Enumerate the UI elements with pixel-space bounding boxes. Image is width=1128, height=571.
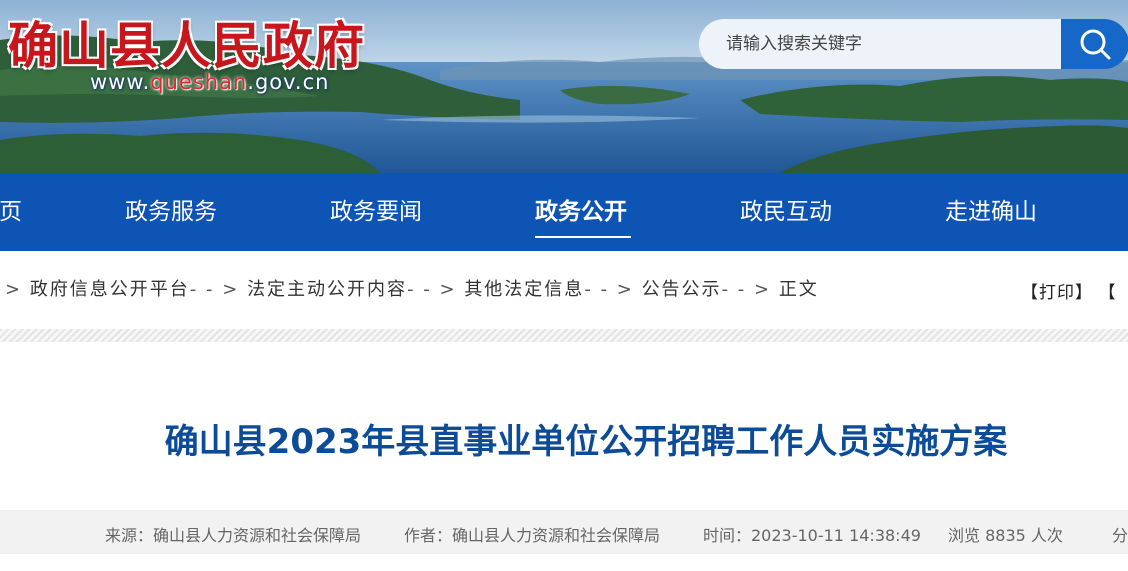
- nav-item-disclosure[interactable]: 政务公开: [535, 173, 627, 251]
- nav-item-about-queshan[interactable]: 走进确山: [945, 173, 1037, 251]
- active-tab-underline: [535, 236, 631, 238]
- url-prefix: www.: [90, 70, 151, 94]
- search-icon: [1080, 29, 1111, 60]
- nav-item-services[interactable]: 政务服务: [125, 173, 217, 251]
- breadcrumb-link-info-platform[interactable]: 政府信息公开平台: [30, 279, 190, 300]
- breadcrumb-separator: - - >: [189, 279, 248, 300]
- main-nav: 页 政务服务 政务要闻 政务公开 政民互动 走进确山: [0, 173, 1128, 251]
- search-input[interactable]: [699, 19, 1065, 69]
- article-source: 来源：确山县人力资源和社会保障局: [105, 526, 362, 545]
- url-suffix: .gov.cn: [247, 70, 330, 94]
- breadcrumb-separator: >: [5, 279, 30, 300]
- breadcrumb-current: 正文: [778, 279, 819, 300]
- breadcrumb-trail: > 政府信息公开平台- - > 法定主动公开内容- - > 其他法定信息- - …: [5, 275, 819, 301]
- search-box: [699, 19, 1128, 69]
- search-button[interactable]: [1061, 19, 1128, 69]
- breadcrumb: > 政府信息公开平台- - > 法定主动公开内容- - > 其他法定信息- - …: [0, 251, 1128, 321]
- site-url: www.queshan.gov.cn: [90, 70, 329, 94]
- nav-item-interaction[interactable]: 政民互动: [740, 173, 832, 251]
- article-author: 作者：确山县人力资源和社会保障局: [404, 526, 661, 545]
- header-banner: 确山县人民政府 www.queshan.gov.cn: [0, 0, 1128, 173]
- article-time: 时间：2023-10-11 14:38:49: [703, 526, 921, 545]
- font-size-button[interactable]: 【: [1107, 283, 1117, 303]
- url-highlight: queshan: [150, 70, 248, 94]
- nav-item-home[interactable]: 页: [0, 173, 22, 251]
- article-meta-bar: 来源：确山县人力资源和社会保障局 作者：确山县人力资源和社会保障局 时间：202…: [0, 510, 1128, 554]
- breadcrumb-link-announcements[interactable]: 公告公示: [642, 279, 722, 300]
- article-title: 确山县2023年县直事业单位公开招聘工作人员实施方案: [164, 422, 1008, 462]
- print-button[interactable]: 【打印】: [1021, 283, 1093, 303]
- article-views: 浏览 8835 人次: [948, 526, 1063, 545]
- section-divider: [0, 329, 1128, 342]
- breadcrumb-separator: - - >: [407, 279, 465, 300]
- share-label[interactable]: 分: [1112, 522, 1128, 546]
- site-title-logo[interactable]: 确山县人民政府: [8, 6, 365, 78]
- nav-item-news[interactable]: 政务要闻: [330, 173, 422, 251]
- breadcrumb-separator: - - >: [721, 279, 779, 300]
- article-tools: 【打印】【: [1021, 278, 1128, 303]
- breadcrumb-link-other-info[interactable]: 其他法定信息: [464, 279, 584, 300]
- breadcrumb-link-statutory-content[interactable]: 法定主动公开内容: [247, 279, 407, 300]
- breadcrumb-separator: - - >: [584, 279, 642, 300]
